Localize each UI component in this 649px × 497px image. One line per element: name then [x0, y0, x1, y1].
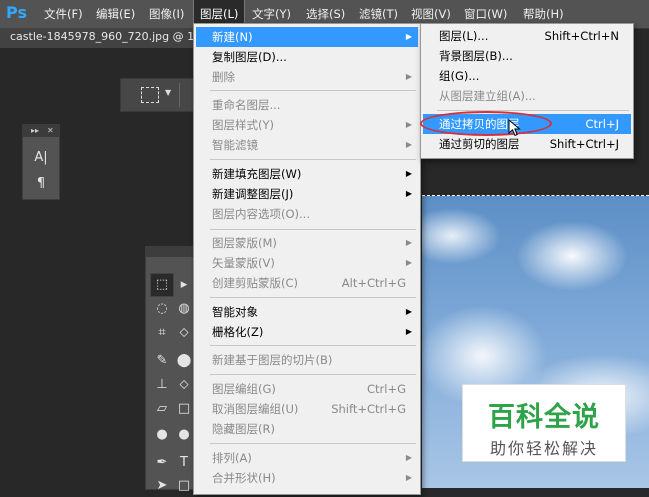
- gradient-icon[interactable]: □: [176, 398, 192, 420]
- menu-item-smart-filter[interactable]: 智能滤镜 ▶: [196, 135, 418, 155]
- submenu-arrow-icon: ▶: [405, 258, 412, 267]
- submenu-arrow-icon: ▶: [405, 72, 412, 81]
- blur-icon[interactable]: ●: [151, 424, 173, 446]
- menu-item-arrange[interactable]: 排列(A) ▶: [196, 448, 418, 468]
- selection-marquee: [422, 195, 649, 196]
- menu-separator: [437, 110, 629, 111]
- menu-item-hide-layers[interactable]: 隐藏图层(R): [196, 419, 418, 439]
- menu-separator: [210, 90, 416, 91]
- menu-item-layer-via-cut[interactable]: 通过剪切的图层 Shift+Ctrl+J: [423, 134, 631, 154]
- new-submenu: 图层(L)... Shift+Ctrl+N 背景图层(B)... 组(G)... …: [420, 23, 634, 159]
- menu-item-group[interactable]: 组(G)...: [423, 66, 631, 86]
- path-select-icon[interactable]: ➤: [151, 475, 173, 497]
- tools-panel: ⬚ ◌ ⌗ ✎ ⊥ ▱ ● ✒ ➤ ▸ ◍ ⬦ ⬤ ⬦ □ ● T □: [145, 246, 195, 493]
- menu-image[interactable]: 图像(I): [143, 0, 190, 28]
- watermark-logo: 百科全说 助你轻松解决: [462, 384, 626, 462]
- pen-icon[interactable]: ✒: [151, 452, 173, 474]
- menu-separator: [210, 229, 416, 230]
- menu-item-new-adjustment-layer[interactable]: 新建调整图层(J) ▶: [196, 184, 418, 204]
- submenu-arrow-icon: ▶: [405, 140, 412, 149]
- chevron-down-icon[interactable]: ▼: [165, 88, 171, 97]
- panel-header[interactable]: ▸▸ ✕: [23, 125, 59, 137]
- expand-panel-icon[interactable]: ▸▸: [31, 125, 39, 137]
- menu-item-new-fill-layer[interactable]: 新建填充图层(W) ▶: [196, 164, 418, 184]
- submenu-arrow-icon: ▶: [405, 32, 412, 41]
- document-tab-title: castle-1845978_960_720.jpg @ 100: [10, 30, 209, 43]
- options-divider: [179, 83, 180, 107]
- character-panel: ▸▸ ✕ A| ¶: [22, 124, 60, 200]
- photoshop-logo-icon: Ps: [6, 3, 27, 22]
- marquee-preset-icon[interactable]: [141, 87, 159, 103]
- submenu-arrow-icon: ▶: [405, 169, 412, 178]
- text-tool-icon[interactable]: A|: [33, 149, 49, 167]
- menu-item-new-layer-based-slice[interactable]: 新建基于图层的切片(B): [196, 350, 418, 370]
- menu-item-layer-mask[interactable]: 图层蒙版(M) ▶: [196, 233, 418, 253]
- menu-separator: [210, 345, 416, 346]
- submenu-arrow-icon: ▶: [405, 327, 412, 336]
- menu-item-layer-content-options[interactable]: 图层内容选项(O)...: [196, 204, 418, 224]
- paragraph-icon[interactable]: ¶: [33, 175, 49, 193]
- shape-tool-icon[interactable]: □: [176, 475, 192, 497]
- menu-item-layer-style[interactable]: 图层样式(Y) ▶: [196, 115, 418, 135]
- menu-item-rasterize[interactable]: 栅格化(Z) ▶: [196, 322, 418, 342]
- submenu-arrow-icon: ▶: [405, 189, 412, 198]
- menu-item-new-layer[interactable]: 图层(L)... Shift+Ctrl+N: [423, 26, 631, 46]
- move-icon[interactable]: ▸: [176, 274, 192, 296]
- stamp-icon[interactable]: ⊥: [151, 374, 173, 396]
- eyedropper-icon[interactable]: ⬦: [176, 322, 192, 344]
- submenu-arrow-icon: ▶: [405, 473, 412, 482]
- submenu-arrow-icon: ▶: [405, 238, 412, 247]
- menu-item-combine-shapes[interactable]: 合并形状(H) ▶: [196, 468, 418, 488]
- menu-item-create-clipping-mask[interactable]: 创建剪贴蒙版(C) Alt+Ctrl+G: [196, 273, 418, 293]
- menu-separator: [210, 374, 416, 375]
- mouse-cursor-icon: [508, 119, 521, 137]
- history-brush-icon[interactable]: ⬦: [176, 374, 192, 396]
- brush-icon[interactable]: ⬤: [176, 350, 192, 372]
- menu-item-vector-mask[interactable]: 矢量蒙版(V) ▶: [196, 253, 418, 273]
- rect-marquee-icon[interactable]: ⬚: [150, 273, 174, 297]
- menu-item-rename-layer[interactable]: 重命名图层...: [196, 95, 418, 115]
- menu-item-new[interactable]: 新建(N) ▶: [196, 27, 418, 47]
- submenu-arrow-icon: ▶: [405, 120, 412, 129]
- menu-item-duplicate-layer[interactable]: 复制图层(D)...: [196, 47, 418, 67]
- menu-item-ungroup-layers[interactable]: 取消图层编组(U) Shift+Ctrl+G: [196, 399, 418, 419]
- menu-file[interactable]: 文件(F): [38, 0, 89, 28]
- crop-icon[interactable]: ⌗: [151, 322, 173, 344]
- close-icon[interactable]: ✕: [47, 125, 54, 137]
- quick-select-icon[interactable]: ◍: [176, 298, 192, 320]
- submenu-arrow-icon: ▶: [405, 453, 412, 462]
- healing-brush-icon[interactable]: ✎: [151, 350, 173, 372]
- menu-separator: [210, 297, 416, 298]
- submenu-arrow-icon: ▶: [405, 307, 412, 316]
- eraser-icon[interactable]: ▱: [151, 398, 173, 420]
- document-tab[interactable]: castle-1845978_960_720.jpg @ 100: [0, 28, 208, 48]
- watermark-subtitle: 助你轻松解决: [489, 439, 598, 458]
- watermark-title: 百科全说: [488, 402, 600, 433]
- panel-grip[interactable]: [146, 247, 194, 257]
- menu-edit[interactable]: 编辑(E): [90, 0, 141, 28]
- dodge-icon[interactable]: ●: [176, 424, 192, 446]
- lasso-icon[interactable]: ◌: [151, 298, 173, 320]
- menu-item-layer-via-copy[interactable]: 通过拷贝的图层 Ctrl+J: [423, 114, 631, 134]
- menu-item-group-from-layers[interactable]: 从图层建立组(A)...: [423, 86, 631, 106]
- menu-item-smart-object[interactable]: 智能对象 ▶: [196, 302, 418, 322]
- layer-menu: 新建(N) ▶ 复制图层(D)... 删除 ▶ 重命名图层... 图层样式(Y) ▶ …: [193, 23, 421, 495]
- options-bar: ▼: [120, 78, 197, 112]
- menu-separator: [210, 443, 416, 444]
- menu-item-background-layer[interactable]: 背景图层(B)...: [423, 46, 631, 66]
- menu-item-delete[interactable]: 删除 ▶: [196, 67, 418, 87]
- menu-separator: [210, 159, 416, 160]
- type-tool-icon[interactable]: T: [176, 452, 192, 474]
- menu-item-group-layers[interactable]: 图层编组(G) Ctrl+G: [196, 379, 418, 399]
